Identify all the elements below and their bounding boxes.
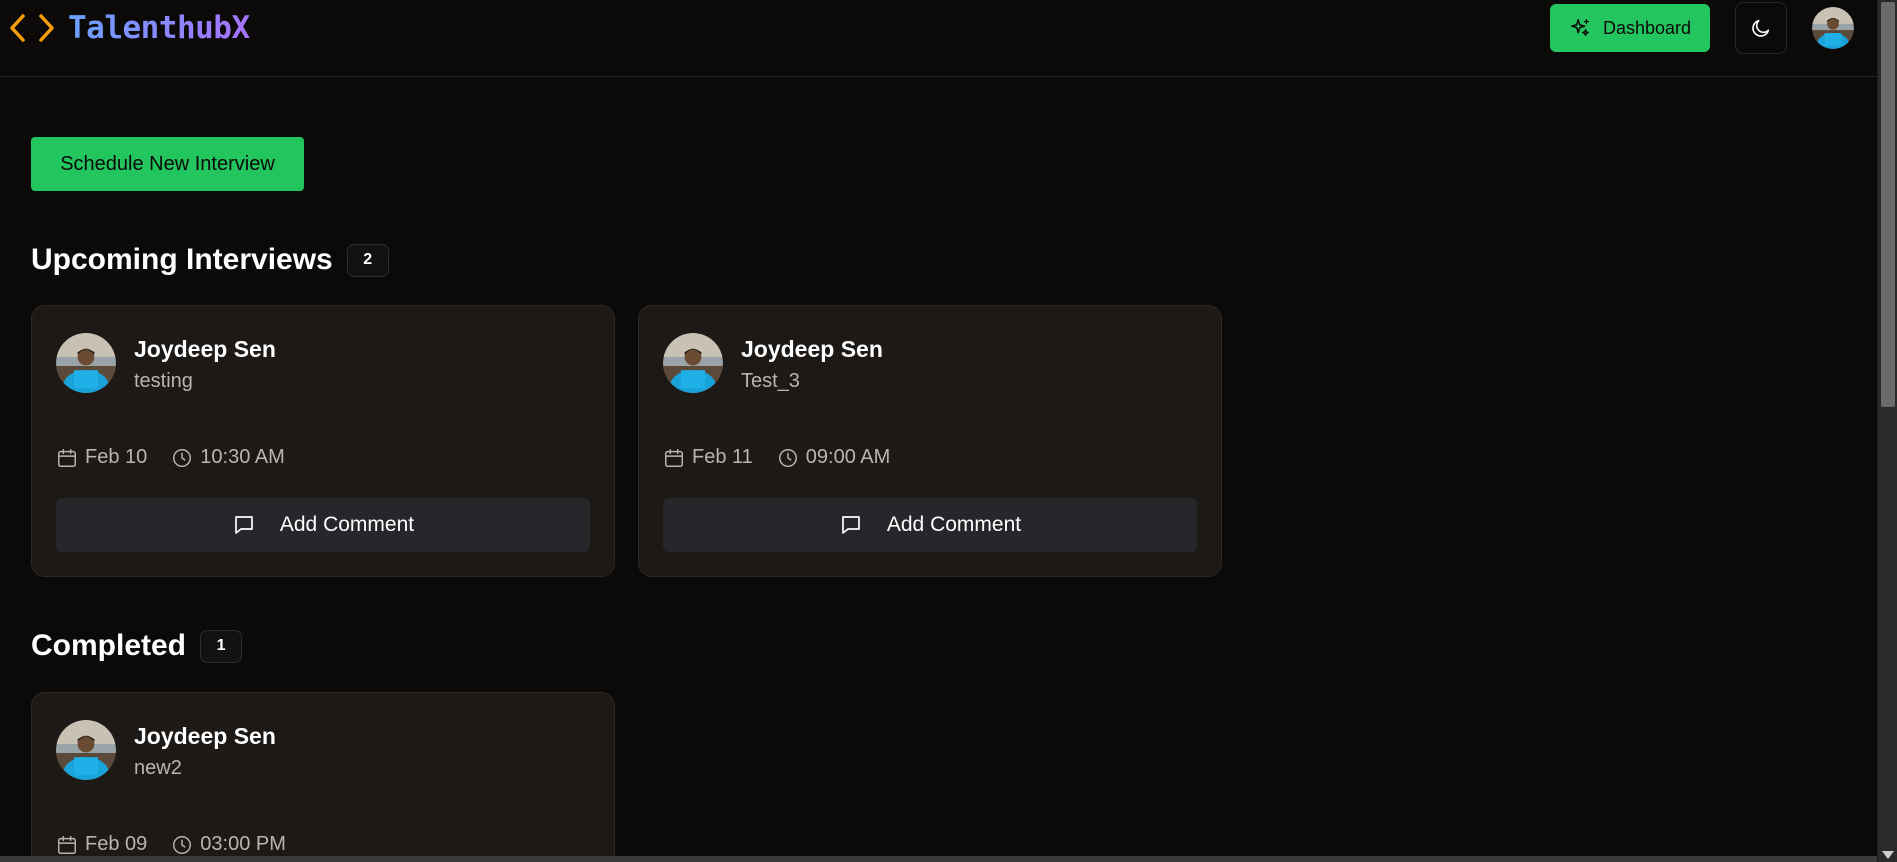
candidate-avatar <box>56 720 116 780</box>
calendar-icon <box>663 447 685 469</box>
upcoming-interviews-heading: Upcoming Interviews 2 <box>31 243 389 277</box>
interview-time: 09:00 AM <box>805 446 891 468</box>
calendar-icon <box>56 834 78 856</box>
user-avatar[interactable] <box>1812 7 1854 49</box>
brand-logo[interactable]: TalenthubX <box>8 10 250 46</box>
interview-schedule: Feb 09 03:00 PM <box>56 833 286 856</box>
message-square-icon <box>232 513 256 537</box>
clock-icon <box>171 447 193 469</box>
add-comment-button[interactable]: Add Comment <box>56 498 590 552</box>
dashboard-label: Dashboard <box>1602 17 1692 38</box>
theme-toggle-button[interactable] <box>1735 2 1787 54</box>
section-title-text: Upcoming Interviews <box>31 243 333 276</box>
sparkles-icon <box>1570 18 1589 37</box>
interview-schedule: Feb 10 10:30 AM <box>56 446 285 469</box>
interview-time: 03:00 PM <box>200 833 286 855</box>
calendar-icon <box>56 447 78 469</box>
scroll-down-arrow-icon[interactable] <box>1882 851 1894 859</box>
interview-card: Joydeep Sen new2 Feb 09 03:00 PM <box>31 692 615 862</box>
interview-time: 10:30 AM <box>200 446 285 468</box>
interview-title: new2 <box>134 757 182 779</box>
candidate-avatar <box>56 333 116 393</box>
clock-icon <box>171 834 193 856</box>
candidate-name: Joydeep Sen <box>134 336 276 362</box>
candidate-name: Joydeep Sen <box>134 723 276 749</box>
horizontal-scrollbar[interactable] <box>0 856 1877 862</box>
interview-card: Joydeep Sen testing Feb 10 10:30 AM Add … <box>31 305 615 577</box>
interview-title: Test_3 <box>741 370 800 392</box>
candidate-avatar <box>663 333 723 393</box>
completed-count-badge: 1 <box>200 629 243 663</box>
interview-title: testing <box>134 370 193 392</box>
section-title-text: Completed <box>31 629 187 662</box>
add-comment-label: Add Comment <box>279 513 415 536</box>
interview-schedule: Feb 11 09:00 AM <box>663 446 890 469</box>
moon-icon <box>1752 19 1770 37</box>
upcoming-count-badge: 2 <box>346 243 389 277</box>
top-nav: TalenthubX Dashboard <box>0 0 1877 77</box>
dashboard-button[interactable]: Dashboard <box>1550 4 1710 52</box>
interview-card: Joydeep Sen Test_3 Feb 11 09:00 AM Add C… <box>638 305 1222 577</box>
candidate-name: Joydeep Sen <box>741 336 883 362</box>
message-square-icon <box>839 513 863 537</box>
schedule-new-interview-button[interactable]: Schedule New Interview <box>31 137 304 191</box>
scrollbar-thumb[interactable] <box>1881 2 1895 407</box>
interview-date: Feb 10 <box>85 446 148 468</box>
clock-icon <box>777 447 799 469</box>
add-comment-button[interactable]: Add Comment <box>663 498 1197 552</box>
completed-heading: Completed 1 <box>31 629 243 663</box>
vertical-scrollbar[interactable] <box>1877 0 1897 862</box>
add-comment-label: Add Comment <box>886 513 1022 536</box>
interview-date: Feb 11 <box>692 446 753 468</box>
code-brackets-icon <box>10 14 54 42</box>
interview-date: Feb 09 <box>85 833 148 855</box>
brand-name: TalenthubX <box>68 10 250 46</box>
